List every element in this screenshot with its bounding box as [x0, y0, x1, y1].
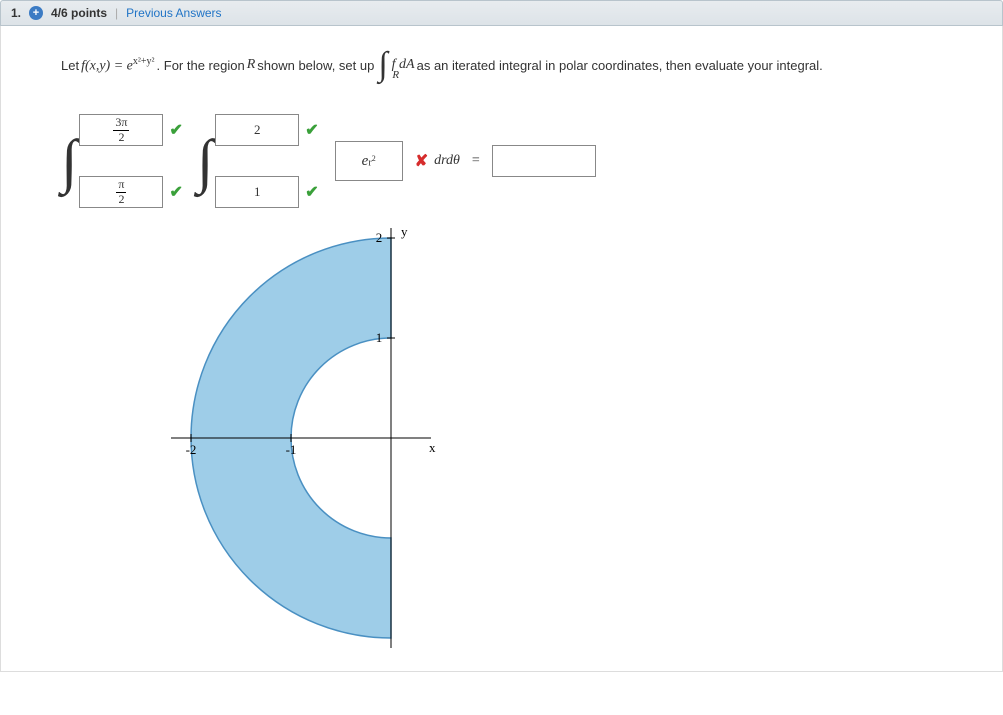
- equals-sign: =: [472, 153, 480, 169]
- x-tick-label: -1: [286, 442, 297, 457]
- divider: |: [115, 6, 118, 20]
- previous-answers-link[interactable]: Previous Answers: [126, 6, 221, 20]
- fxy-expr: f(x,y) = ex²+y²: [81, 56, 154, 75]
- points-label: 4/6 points: [51, 6, 107, 20]
- region-graph: -2 -1 1 2 x y: [161, 228, 972, 651]
- x-icon: ✘: [415, 151, 428, 171]
- drdtheta-label: drdθ: [434, 153, 460, 169]
- x-axis-label: x: [429, 440, 436, 455]
- check-icon: ✔: [169, 182, 182, 202]
- prompt-text: . For the region: [157, 58, 245, 73]
- question-header: 1. + 4/6 points | Previous Answers: [0, 0, 1003, 26]
- x-tick-label: -2: [186, 442, 197, 457]
- y-tick-label: 2: [376, 230, 383, 245]
- prompt-text: as an iterated integral in polar coordin…: [417, 58, 823, 73]
- inner-lower-bound-input[interactable]: 1: [215, 176, 299, 208]
- integrand-input[interactable]: er2: [335, 141, 403, 181]
- integral-icon: ∫: [61, 131, 77, 191]
- check-icon: ✔: [305, 182, 318, 202]
- outer-lower-bound-input[interactable]: π2: [79, 176, 163, 208]
- check-icon: ✔: [169, 120, 182, 140]
- region-r: R: [247, 57, 256, 73]
- graph-svg: -2 -1 1 2 x y: [161, 228, 461, 648]
- inner-upper-bound-input[interactable]: 2: [215, 114, 299, 146]
- prompt-text: shown below, set up: [257, 58, 374, 73]
- question-number: 1.: [11, 6, 21, 20]
- outer-upper-bound-input[interactable]: 3π2: [79, 114, 163, 146]
- expand-icon[interactable]: +: [29, 6, 43, 20]
- question-content: Let f(x,y) = ex²+y² . For the region R s…: [0, 26, 1003, 672]
- question-prompt: Let f(x,y) = ex²+y² . For the region R s…: [61, 46, 972, 84]
- outer-integral-group: ∫ 3π2 ✔ π2 ✔: [61, 114, 183, 208]
- integral-icon: ∫: [197, 131, 213, 191]
- answer-row: ∫ 3π2 ✔ π2 ✔ ∫: [61, 114, 972, 208]
- result-input[interactable]: [492, 145, 596, 177]
- y-axis-label: y: [401, 228, 408, 239]
- check-icon: ✔: [305, 120, 318, 140]
- integral-icon: ∫R: [378, 46, 387, 84]
- inner-integral-group: ∫ 2 ✔ 1 ✔: [197, 114, 319, 208]
- prompt-text: Let: [61, 58, 79, 73]
- y-tick-label: 1: [376, 330, 383, 345]
